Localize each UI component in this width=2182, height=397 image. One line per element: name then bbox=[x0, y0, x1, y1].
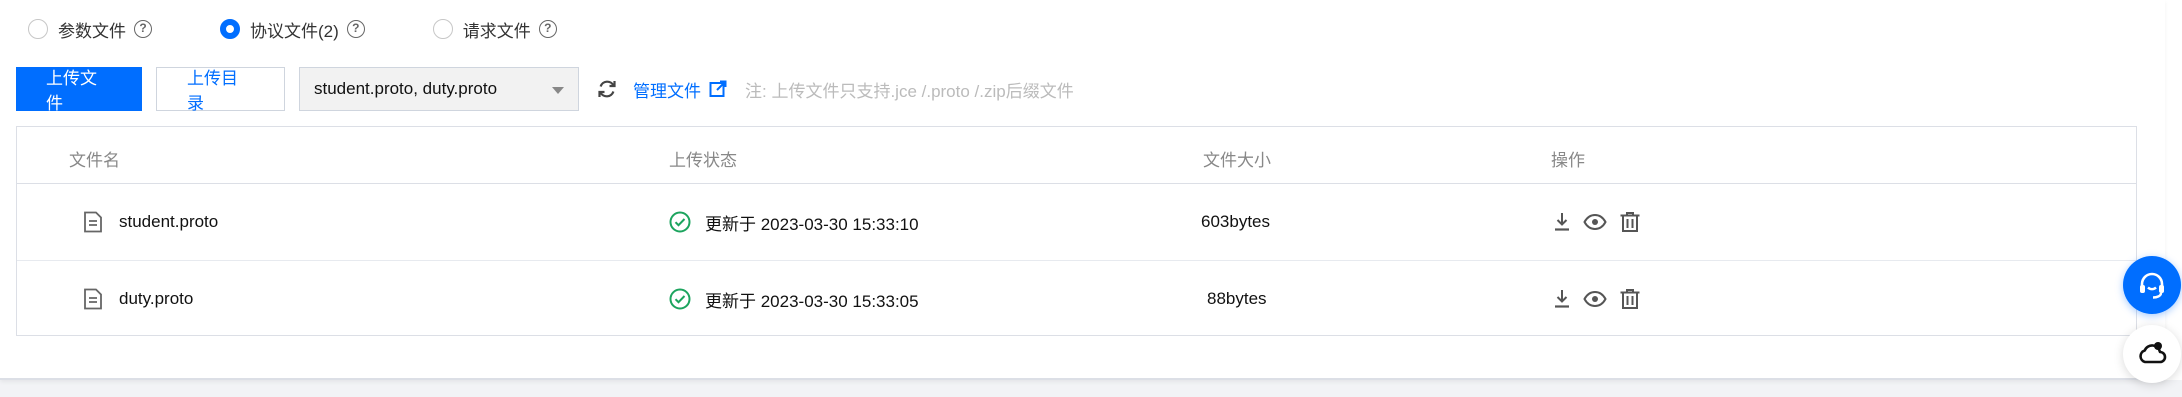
toolbar: 上传文件 上传目录 student.proto, duty.proto 管理文件… bbox=[16, 67, 1074, 113]
headset-icon bbox=[2140, 272, 2164, 299]
success-check-icon bbox=[669, 288, 691, 310]
download-icon[interactable] bbox=[1553, 289, 1571, 309]
radio-label: 协议文件(2) bbox=[250, 21, 339, 41]
table-row: duty.proto 更新于 2023-03-30 15:33:05 88byt… bbox=[17, 261, 2136, 337]
delete-trash-icon[interactable] bbox=[1619, 211, 1641, 233]
column-header-ops: 操作 bbox=[1551, 151, 1585, 170]
delete-trash-icon[interactable] bbox=[1619, 288, 1641, 310]
cloud-assistant-button[interactable] bbox=[2123, 325, 2181, 383]
file-name: duty.proto bbox=[119, 289, 194, 308]
external-link-icon bbox=[709, 80, 727, 97]
download-icon[interactable] bbox=[1553, 212, 1571, 232]
help-icon[interactable]: ? bbox=[134, 20, 152, 38]
select-value: student.proto, duty.proto bbox=[314, 79, 498, 98]
help-icon[interactable]: ? bbox=[538, 20, 557, 38]
upload-status-cell: 更新于 2023-03-30 15:33:10 bbox=[669, 184, 919, 260]
radio-protocol-files[interactable]: 协议文件(2) ? bbox=[220, 17, 365, 42]
file-icon bbox=[84, 288, 102, 310]
radio-circle bbox=[432, 19, 453, 39]
preview-eye-icon[interactable] bbox=[1583, 212, 1607, 232]
preview-eye-icon[interactable] bbox=[1583, 289, 1607, 309]
file-icon bbox=[84, 211, 102, 233]
file-name: student.proto bbox=[119, 212, 219, 231]
manage-files-label: 管理文件 bbox=[633, 81, 701, 101]
radio-label: 参数文件 bbox=[58, 21, 126, 41]
help-icon[interactable]: ? bbox=[346, 20, 365, 38]
column-header-name: 文件名 bbox=[69, 151, 120, 170]
upload-file-button[interactable]: 上传文件 bbox=[16, 67, 142, 113]
operations-cell bbox=[1553, 184, 1653, 260]
file-panel: 参数文件 ? 协议文件(2) ? 请求文件 ? 上传文件 上传目录 studen… bbox=[0, 0, 2165, 380]
file-name-cell: duty.proto bbox=[83, 261, 193, 337]
operations-cell bbox=[1553, 261, 1653, 337]
file-size: 88bytes bbox=[1207, 289, 1267, 308]
file-type-radio-group: 参数文件 ? 协议文件(2) ? 请求文件 ? bbox=[28, 14, 557, 44]
cloud-icon bbox=[2139, 342, 2167, 364]
radio-request-files[interactable]: 请求文件 ? bbox=[432, 17, 557, 42]
upload-directory-button[interactable]: 上传目录 bbox=[156, 67, 285, 113]
radio-circle bbox=[220, 19, 240, 39]
radio-circle bbox=[28, 19, 48, 39]
column-header-size: 文件大小 bbox=[1203, 151, 1271, 170]
success-check-icon bbox=[669, 211, 691, 233]
file-size-cell: 88bytes bbox=[1207, 261, 1267, 337]
upload-status-cell: 更新于 2023-03-30 15:33:05 bbox=[669, 261, 919, 337]
table-header: 文件名 上传状态 文件大小 操作 bbox=[17, 127, 2136, 184]
upload-status-text: 更新于 2023-03-30 15:33:05 bbox=[705, 291, 919, 311]
file-size: 603bytes bbox=[1201, 212, 1270, 231]
customer-service-button[interactable] bbox=[2123, 256, 2181, 314]
refresh-icon[interactable] bbox=[595, 77, 619, 101]
manage-files-link[interactable]: 管理文件 bbox=[633, 77, 727, 102]
page-background bbox=[0, 380, 2182, 397]
file-name-cell: student.proto bbox=[83, 184, 218, 260]
upload-status-text: 更新于 2023-03-30 15:33:10 bbox=[705, 214, 919, 234]
caret-down-icon bbox=[552, 87, 564, 94]
radio-label: 请求文件 bbox=[462, 21, 531, 41]
column-header-status: 上传状态 bbox=[669, 151, 737, 170]
file-size-cell: 603bytes bbox=[1201, 184, 1270, 260]
table-row: student.proto 更新于 2023-03-30 15:33:10 60… bbox=[17, 184, 2136, 261]
files-table: 文件名 上传状态 文件大小 操作 student.proto 更新于 2023-… bbox=[16, 126, 2137, 336]
radio-param-files[interactable]: 参数文件 ? bbox=[28, 17, 152, 42]
upload-note: 注: 上传文件只支持.jce /.proto /.zip后缀文件 bbox=[745, 81, 1074, 101]
uploaded-files-select[interactable]: student.proto, duty.proto bbox=[299, 67, 579, 111]
